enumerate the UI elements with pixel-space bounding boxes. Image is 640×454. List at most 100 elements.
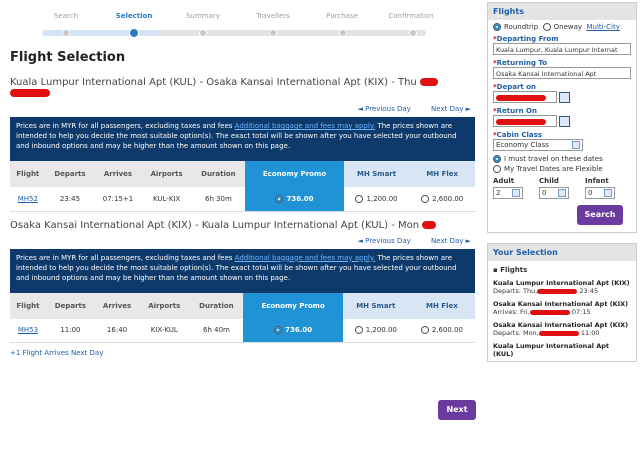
selection-airport: Kuala Lumpur International Apt (KUL) [493,342,609,358]
economy-promo-fare[interactable]: 736.00 [245,187,344,212]
col-flight: Flight [10,161,46,187]
cabin-class-select[interactable]: Economy Class [493,139,583,151]
selection-item: Kuala Lumpur International Apt (KUL) [493,342,631,358]
selection-airport: Osaka Kansai International Apt (KIX) [493,300,629,308]
fare-price: 2,600.00 [432,194,464,203]
inbound-route-text: Osaka Kansai International Apt (KIX) - K… [10,219,420,231]
table-row: MH53 11:00 16:40 KIX-KUL 6h 40m 736.00 1… [10,318,475,343]
next-button[interactable]: Next [438,400,476,420]
baggage-fees-link[interactable]: Additional baggage and fees may apply. [235,122,376,130]
col-arrives: Arrives [94,161,142,187]
fare-price: 1,200.00 [365,326,397,335]
col-duration: Duration [189,292,244,319]
col-flight: Flight [10,292,46,319]
col-mh-flex: MH Flex [408,292,475,319]
selection-line: Arrives: Fri, [493,308,530,316]
your-selection-box: Your Selection ▪ Flights Kuala Lumpur In… [487,243,637,362]
flight-selection-panel: Flight Selection Kuala Lumpur Internatio… [10,44,475,357]
departing-from-input[interactable]: Kuala Lumpur, Kuala Lumpur Internat [493,43,631,55]
redaction-mark [422,220,437,229]
calendar-icon[interactable] [559,91,571,103]
calendar-icon[interactable] [559,115,571,127]
col-duration: Duration [191,161,246,187]
fare-radio-selected[interactable] [275,194,284,203]
infant-value: 0 [588,189,593,197]
flight-number-link[interactable]: MH53 [18,326,38,334]
fixed-dates-radio[interactable] [493,155,501,163]
roundtrip-label: Roundtrip [504,23,539,31]
outbound-day-nav: ◄ Previous Day Next Day ► [10,105,471,113]
step-dot [409,29,417,37]
price-notice: Prices are in MYR for all passengers, ex… [10,248,475,293]
arrives-cell: 16:40 [94,318,140,343]
oneway-radio[interactable] [542,23,551,31]
redaction-mark [419,78,438,86]
step-purchase: Purchase [326,12,358,20]
col-mh-smart: MH Smart [343,161,410,187]
notice-text: Prices are in MYR for all passengers, ex… [16,253,235,262]
search-button[interactable]: Search [577,205,623,225]
next-day-link[interactable]: Next Day ► [431,105,471,113]
fare-radio-selected[interactable] [274,326,283,335]
duration-cell: 6h 40m [189,318,244,343]
col-departs: Departs [45,161,95,187]
baggage-fees-link[interactable]: Additional baggage and fees may apply. [235,254,376,262]
progress-stepper: Search Selection Summary Travellers Purc… [34,8,434,38]
page-title: Flight Selection [10,50,126,65]
chevron-down-icon [512,189,520,197]
passenger-labels: Adult Child Infant [493,177,631,185]
depart-date-input[interactable] [493,91,557,103]
economy-promo-fare[interactable]: 736.00 [243,318,343,343]
child-value: 0 [542,189,547,197]
duration-cell: 6h 30m [191,187,246,212]
inbound-day-nav: ◄ Previous Day Next Day ► [10,237,471,245]
selection-airport: Kuala Lumpur International Apt (KIX) [493,279,630,287]
flight-number-link[interactable]: MH52 [18,195,38,203]
fare-radio[interactable] [355,194,364,203]
fare-radio[interactable] [354,326,363,335]
step-dot-active [129,28,139,38]
return-date-input[interactable] [493,115,557,127]
mh-smart-fare[interactable]: 1,200.00 [342,318,409,343]
step-summary: Summary [186,12,220,20]
trip-type-options: Roundtrip Oneway Multi-City [493,23,631,31]
col-mh-flex: MH Flex [409,161,475,187]
oneway-label: Oneway [553,23,583,31]
mh-flex-fare[interactable]: 2,600.00 [408,318,475,343]
infant-select[interactable]: 0 [585,187,615,199]
price-notice: Prices are in MYR for all passengers, ex… [10,117,475,161]
infant-label: Infant [585,177,609,185]
col-economy-promo: Economy Promo [243,292,343,319]
fare-radio[interactable] [421,194,430,203]
previous-day-link[interactable]: ◄ Previous Day [358,105,411,113]
step-dot [339,29,347,37]
sidebar: Flights Roundtrip Oneway Multi-City *Dep… [487,2,637,372]
next-day-link[interactable]: Next Day ► [431,237,471,245]
child-select[interactable]: 0 [539,187,569,199]
selection-item: Kuala Lumpur International Apt (KIX) Dep… [493,279,631,295]
roundtrip-radio[interactable] [493,23,501,31]
returning-to-input[interactable]: Osaka Kansai International Apt [493,67,631,79]
your-selection-title: Your Selection [488,244,636,261]
selection-item: Osaka Kansai International Apt (KIX) Arr… [493,300,631,316]
mh-flex-fare[interactable]: 2,600.00 [409,187,475,212]
col-airports: Airports [139,292,190,319]
fare-radio[interactable] [420,326,429,335]
flexible-dates-radio[interactable] [493,165,501,173]
selection-flights-label: Flights [500,266,528,274]
redaction-mark [537,288,578,294]
inbound-route: Osaka Kansai International Apt (KIX) - K… [10,220,475,231]
col-airports: Airports [141,161,192,187]
fare-price: 2,600.00 [431,326,463,335]
table-row: MH52 23:45 07:15+1 KUL-KIX 6h 30m 736.00… [10,187,475,212]
multicity-link[interactable]: Multi-City [587,23,620,31]
selection-item: Osaka Kansai International Apt (KIX) Dep… [493,321,631,337]
previous-day-link[interactable]: ◄ Previous Day [358,237,411,245]
returning-label: Returning To [496,59,548,67]
redaction-mark [10,89,50,97]
step-confirmation: Confirmation [388,12,434,20]
adult-select[interactable]: 2 [493,187,523,199]
selection-time: 23:45 [579,287,599,295]
selection-flights-header: ▪ Flights [493,266,528,274]
mh-smart-fare[interactable]: 1,200.00 [343,187,410,212]
